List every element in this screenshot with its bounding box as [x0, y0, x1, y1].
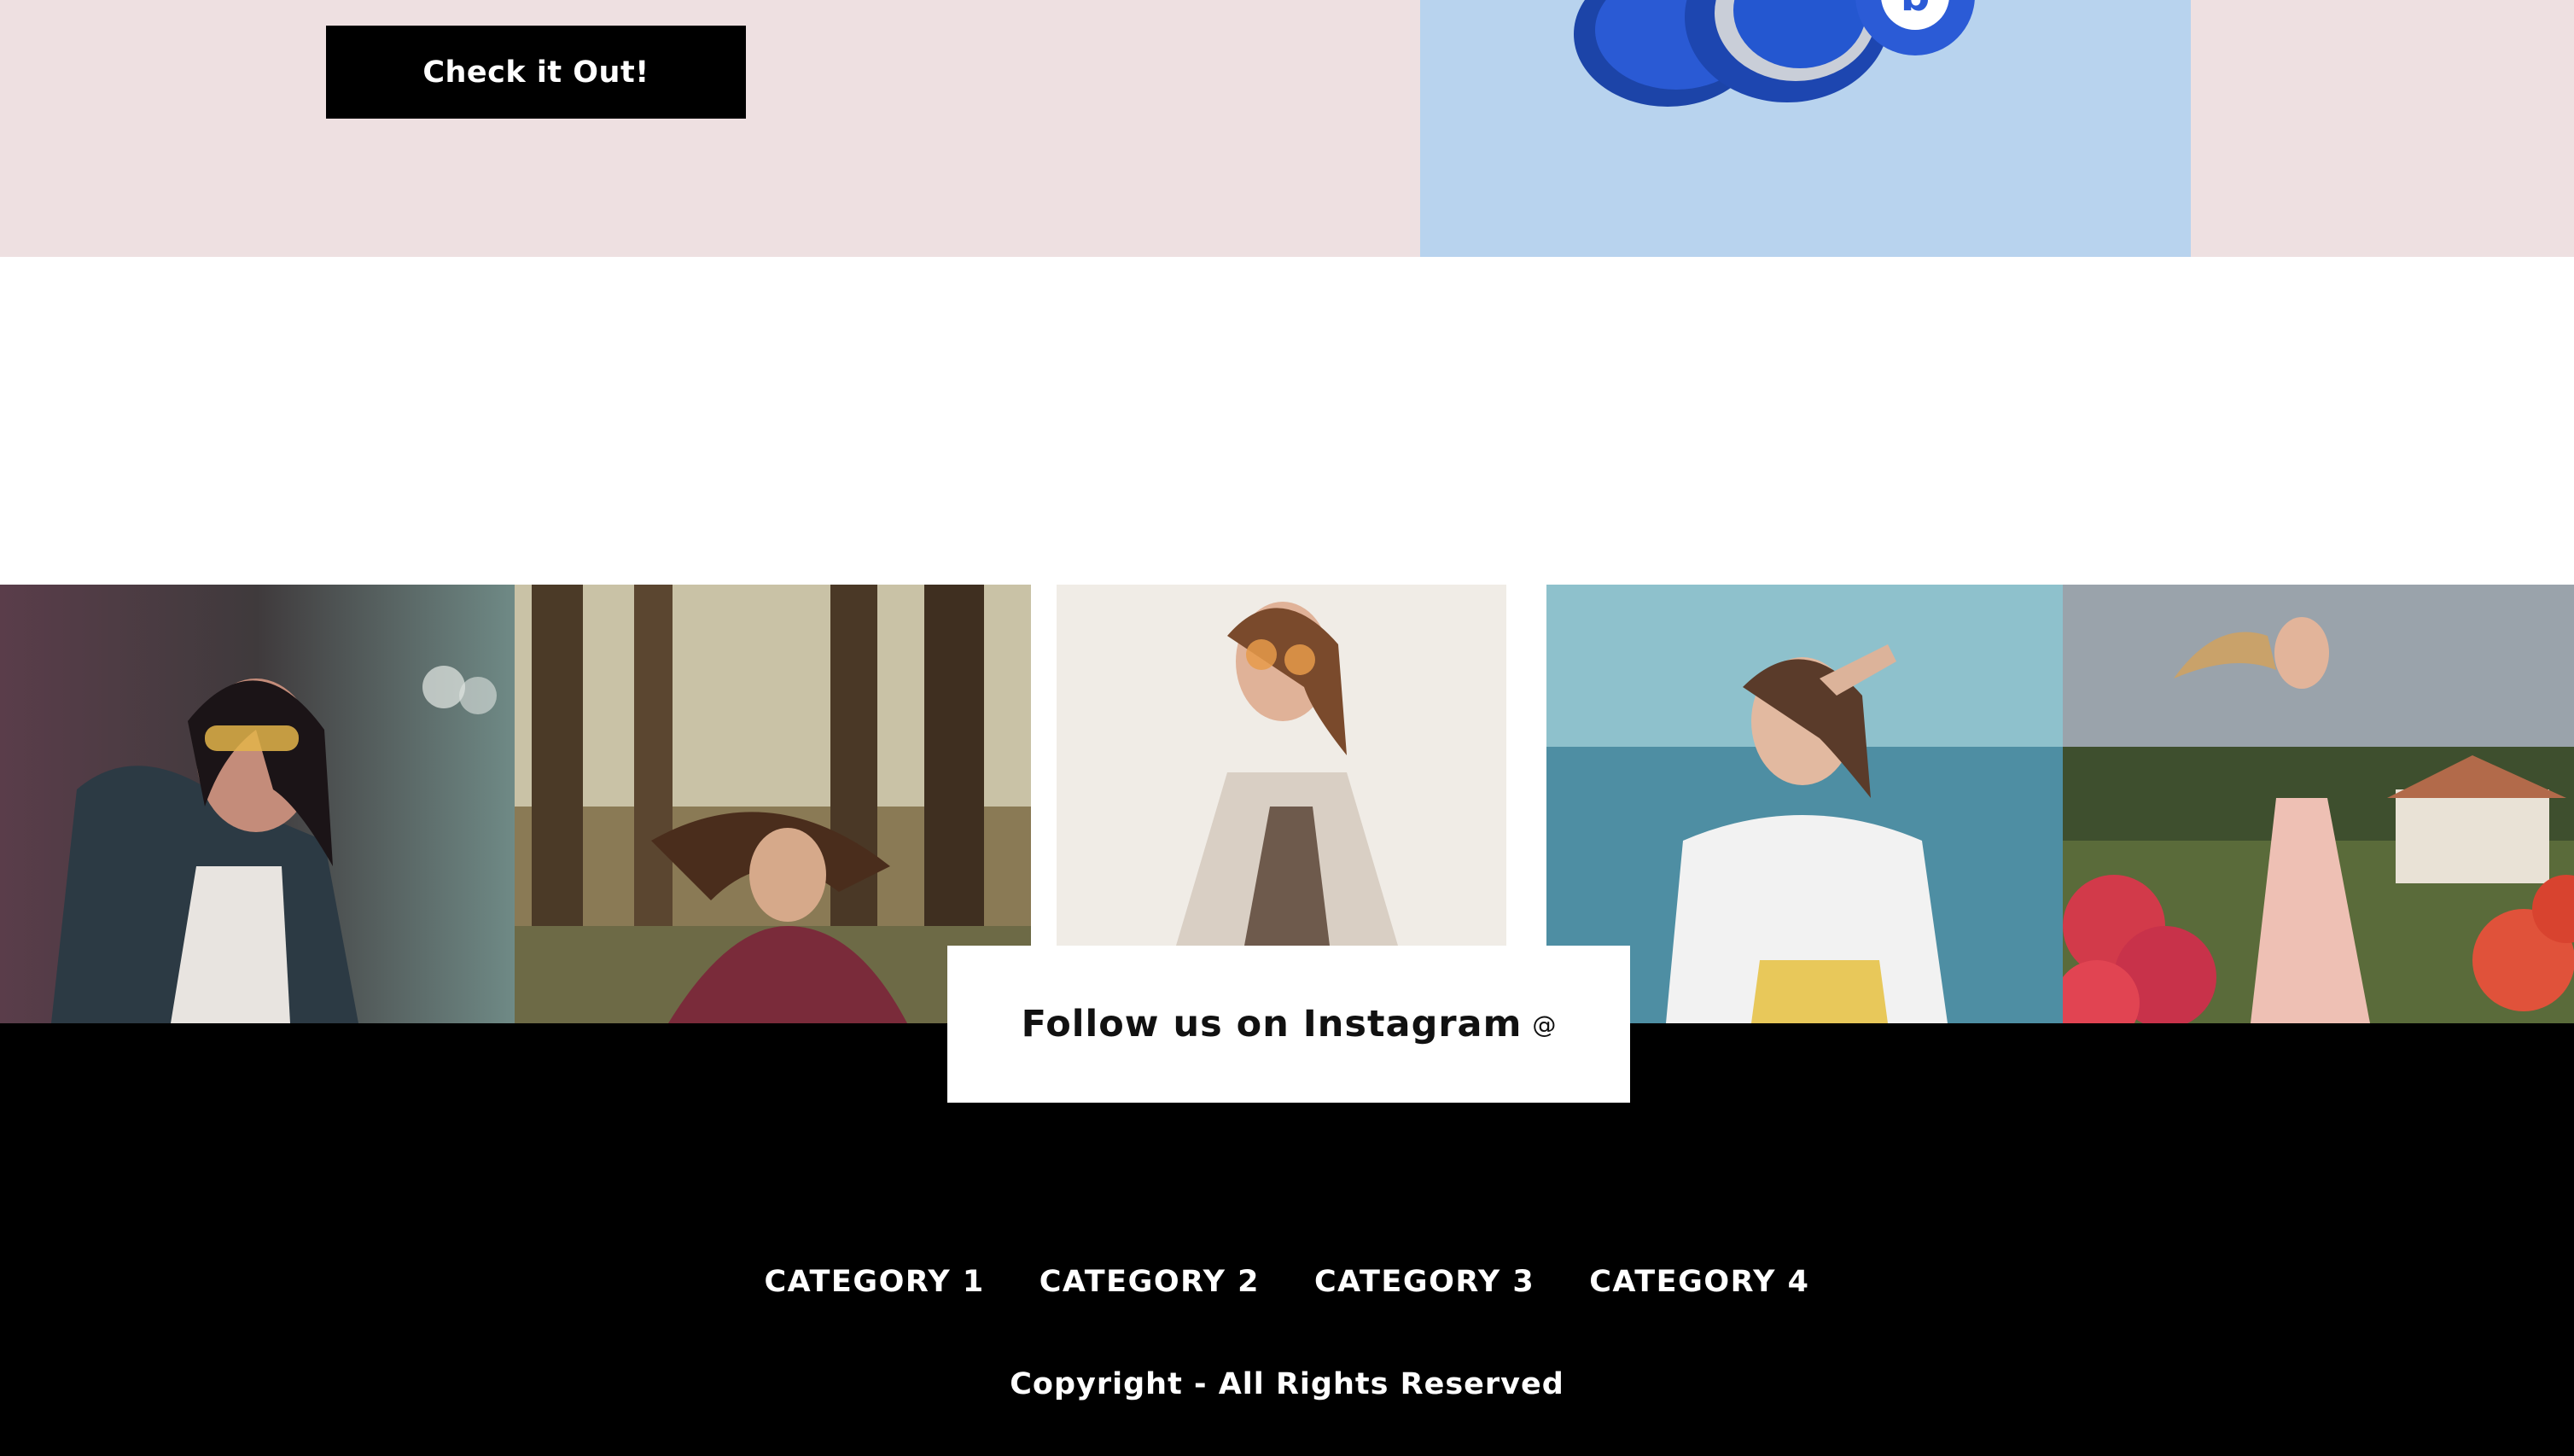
woman-pink-dress-flowers-photo	[2063, 585, 2574, 1023]
woman-denim-jacket-sunglasses-photo	[0, 585, 515, 1023]
copyright-text: Copyright - All Rights Reserved	[1010, 1367, 1564, 1401]
footer-link-category-2[interactable]: CATEGORY 2	[1040, 1265, 1260, 1299]
footer-nav: CATEGORY 1 CATEGORY 2 CATEGORY 3 CATEGOR…	[0, 1265, 2574, 1299]
instagram-photo[interactable]	[0, 585, 515, 1023]
hero-product-image: b	[1420, 0, 2191, 257]
follow-instagram-button[interactable]: Follow us on Instagram @	[947, 946, 1630, 1103]
instagram-photo[interactable]	[1057, 585, 1506, 946]
headphones-image: b	[1574, 0, 1975, 107]
instagram-photo[interactable]	[2063, 585, 2574, 1023]
svg-text:b: b	[1901, 0, 1930, 20]
footer-link-category-4[interactable]: CATEGORY 4	[1589, 1265, 1809, 1299]
woman-orange-sunglasses-photo	[1057, 585, 1506, 946]
instagram-icon: @	[1532, 1010, 1557, 1039]
hero-section: Check it Out! b	[0, 0, 2574, 257]
follow-instagram-label: Follow us on Instagram	[1021, 1003, 1523, 1045]
footer-link-category-3[interactable]: CATEGORY 3	[1314, 1265, 1534, 1299]
check-it-out-button[interactable]: Check it Out!	[326, 26, 746, 119]
footer-link-category-1[interactable]: CATEGORY 1	[765, 1265, 985, 1299]
